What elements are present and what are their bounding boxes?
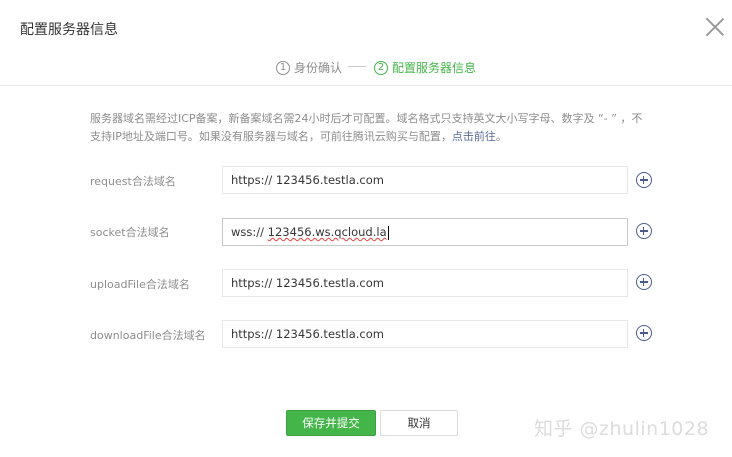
go-link[interactable]: 点击前往: [452, 130, 496, 143]
add-download-domain-icon[interactable]: [636, 325, 652, 341]
upload-domain-label: uploadFile合法域名: [90, 278, 190, 291]
socket-domain-input[interactable]: wss:// 123456.ws.qcloud.la: [222, 218, 628, 246]
socket-domain-value: 123456.ws.qcloud.la: [267, 225, 387, 239]
download-domain-label: downloadFile合法域名: [90, 329, 206, 342]
download-domain-value: https:// 123456.testla.com: [231, 327, 384, 341]
step-label: 配置服务器信息: [392, 61, 477, 75]
dialog-header: 配置服务器信息: [0, 0, 732, 56]
dialog-title: 配置服务器信息: [20, 22, 118, 38]
socket-domain-label: socket合法域名: [90, 226, 170, 239]
config-server-dialog: 配置服务器信息 1 身份确认 2 配置服务器信息 服务器域名需经过ICP备案，新…: [0, 0, 732, 457]
step-number: 2: [374, 60, 388, 75]
socket-domain-prefix: wss://: [231, 225, 268, 239]
download-domain-input[interactable]: https:// 123456.testla.com: [222, 320, 628, 348]
cancel-button[interactable]: 取消: [380, 410, 458, 436]
step-number: 1: [276, 60, 290, 75]
request-domain-input[interactable]: https:// 123456.testla.com: [222, 166, 628, 194]
notice-body: 服务器域名需经过ICP备案，新备案域名需24小时后才可配置。域名格式只支持英文大…: [90, 112, 643, 143]
watermark: 知乎 @zhulin1028: [534, 418, 710, 440]
upload-domain-input[interactable]: https:// 123456.testla.com: [222, 269, 628, 297]
step-configure-server: 2 配置服务器信息: [374, 59, 476, 76]
text-caret: [387, 225, 389, 240]
step-divider: [348, 66, 366, 67]
notice-text: 服务器域名需经过ICP备案，新备案域名需24小时后才可配置。域名格式只支持英文大…: [90, 110, 650, 146]
add-upload-domain-icon[interactable]: [636, 274, 652, 290]
close-icon[interactable]: [705, 17, 725, 37]
request-domain-value: https:// 123456.testla.com: [231, 173, 384, 187]
request-domain-label: request合法域名: [90, 175, 176, 188]
add-socket-domain-icon[interactable]: [636, 223, 652, 239]
step-identity-confirm: 1 身份确认: [276, 59, 342, 76]
step-label: 身份确认: [294, 61, 343, 75]
notice-end: 。: [495, 130, 507, 143]
step-indicator: 1 身份确认 2 配置服务器信息: [0, 56, 732, 86]
add-request-domain-icon[interactable]: [636, 172, 652, 188]
upload-domain-value: https:// 123456.testla.com: [231, 276, 384, 290]
save-submit-button[interactable]: 保存并提交: [286, 410, 376, 436]
